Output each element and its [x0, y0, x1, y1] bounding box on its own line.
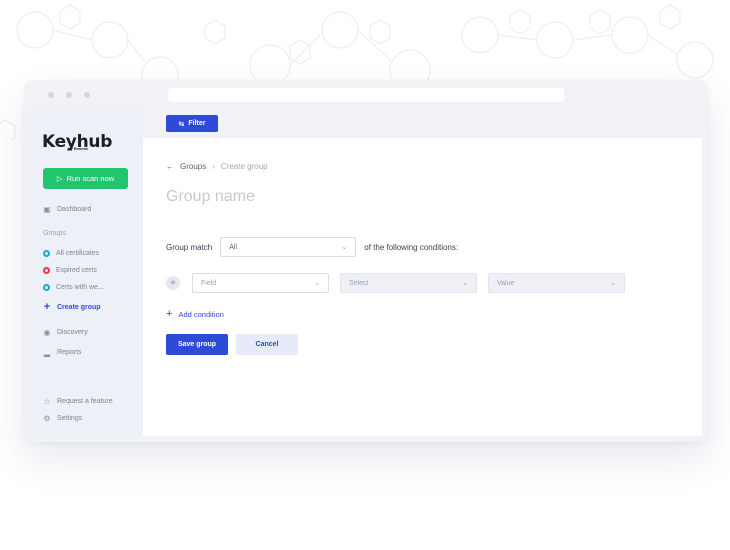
- play-circle-icon: ▷: [56, 174, 63, 183]
- sidebar: Keyhub by Remme ▷ Run scan now ▣ Dashboa…: [30, 110, 143, 436]
- window-dot-close[interactable]: [48, 92, 54, 98]
- back-arrow-icon[interactable]: ←: [166, 162, 174, 171]
- operator-select[interactable]: Select ⌄: [340, 273, 477, 293]
- field-select[interactable]: Field ⌄: [192, 273, 329, 293]
- sidebar-item-settings[interactable]: ⚙ Settings: [43, 413, 83, 423]
- group-match-row: Group match All ⌄ of the following condi…: [166, 236, 458, 258]
- address-bar[interactable]: [168, 88, 564, 102]
- dashboard-icon: ▣: [43, 204, 51, 214]
- sidebar-item-request-feature[interactable]: ☆ Request a feature: [43, 396, 113, 406]
- add-circle-icon[interactable]: +: [166, 276, 180, 290]
- sidebar-item-create-group[interactable]: + Create group: [43, 301, 101, 313]
- breadcrumb: ← Groups › Create group: [166, 162, 268, 171]
- value-select[interactable]: Value ⌄: [488, 273, 625, 293]
- window-dot-maximize[interactable]: [84, 92, 90, 98]
- group-match-value: All: [229, 243, 238, 251]
- group-color-ring-icon: [43, 250, 50, 257]
- group-color-ring-icon: [43, 267, 50, 274]
- star-icon: ☆: [43, 396, 51, 406]
- sidebar-item-label: Discovery: [57, 328, 88, 336]
- toolbar: ⇆ Filter: [143, 110, 702, 138]
- sidebar-item-label: Settings: [57, 414, 83, 422]
- chevron-down-icon: ⌄: [610, 280, 616, 287]
- value-placeholder: Value: [497, 279, 515, 287]
- sidebar-item-reports[interactable]: ▂ Reports: [43, 347, 82, 357]
- group-match-select[interactable]: All ⌄: [220, 237, 357, 257]
- add-condition-link[interactable]: + Add condition: [166, 308, 224, 320]
- filter-button[interactable]: ⇆ Filter: [166, 115, 218, 132]
- gear-icon: ⚙: [43, 413, 51, 423]
- window-dot-minimize[interactable]: [66, 92, 72, 98]
- group-name-input[interactable]: Group name: [166, 188, 255, 206]
- sidebar-item-label: Dashboard: [57, 205, 92, 213]
- sidebar-item-certs-with-weak[interactable]: Certs with we...: [43, 284, 104, 291]
- add-condition-label: Add condition: [178, 309, 224, 319]
- sidebar-item-label: Request a feature: [57, 397, 113, 405]
- compass-icon: ◉: [43, 327, 51, 337]
- sidebar-item-label: All certificates: [56, 250, 100, 257]
- groups-heading: Groups: [43, 230, 66, 237]
- chevron-right-icon: ›: [212, 162, 215, 171]
- chevron-down-icon: ⌄: [462, 280, 468, 287]
- breadcrumb-groups[interactable]: Groups: [180, 162, 206, 171]
- sidebar-item-label: Create group: [57, 303, 101, 311]
- sidebar-item-discovery[interactable]: ◉ Discovery: [43, 327, 88, 337]
- chevron-down-icon: ⌄: [341, 244, 348, 251]
- sidebar-item-expired-certs[interactable]: Expired certs: [43, 267, 97, 274]
- conditions-suffix: of the following conditions:: [364, 242, 459, 252]
- window-titlebar: [24, 80, 708, 110]
- swap-arrows-icon: ⇆: [178, 120, 185, 128]
- field-placeholder: Field: [201, 279, 217, 287]
- group-match-label: Group match: [166, 242, 213, 252]
- app-window: Keyhub by Remme ▷ Run scan now ▣ Dashboa…: [24, 80, 708, 442]
- plus-icon: +: [166, 308, 173, 320]
- group-color-ring-icon: [43, 284, 50, 291]
- save-group-button[interactable]: Save group: [166, 334, 228, 355]
- filter-label: Filter: [188, 120, 206, 127]
- operator-placeholder: Select: [349, 279, 369, 287]
- chevron-down-icon: ⌄: [314, 280, 320, 287]
- logo-subtitle: by Remme: [68, 146, 89, 151]
- plus-icon: +: [43, 301, 51, 313]
- bar-chart-icon: ▂: [43, 347, 51, 357]
- run-scan-button[interactable]: ▷ Run scan now: [43, 168, 128, 189]
- sidebar-item-label: Certs with we...: [56, 284, 104, 291]
- sidebar-item-label: Expired certs: [56, 267, 97, 274]
- breadcrumb-current: Create group: [220, 162, 268, 171]
- sidebar-item-label: Reports: [57, 348, 82, 356]
- sidebar-item-all-certificates[interactable]: All certificates: [43, 250, 99, 257]
- sidebar-item-dashboard[interactable]: ▣ Dashboard: [43, 204, 92, 214]
- cancel-button[interactable]: Cancel: [236, 334, 298, 355]
- main-content: ⇆ Filter ← Groups › Create group Group n…: [143, 110, 702, 436]
- run-scan-label: Run scan now: [66, 174, 115, 183]
